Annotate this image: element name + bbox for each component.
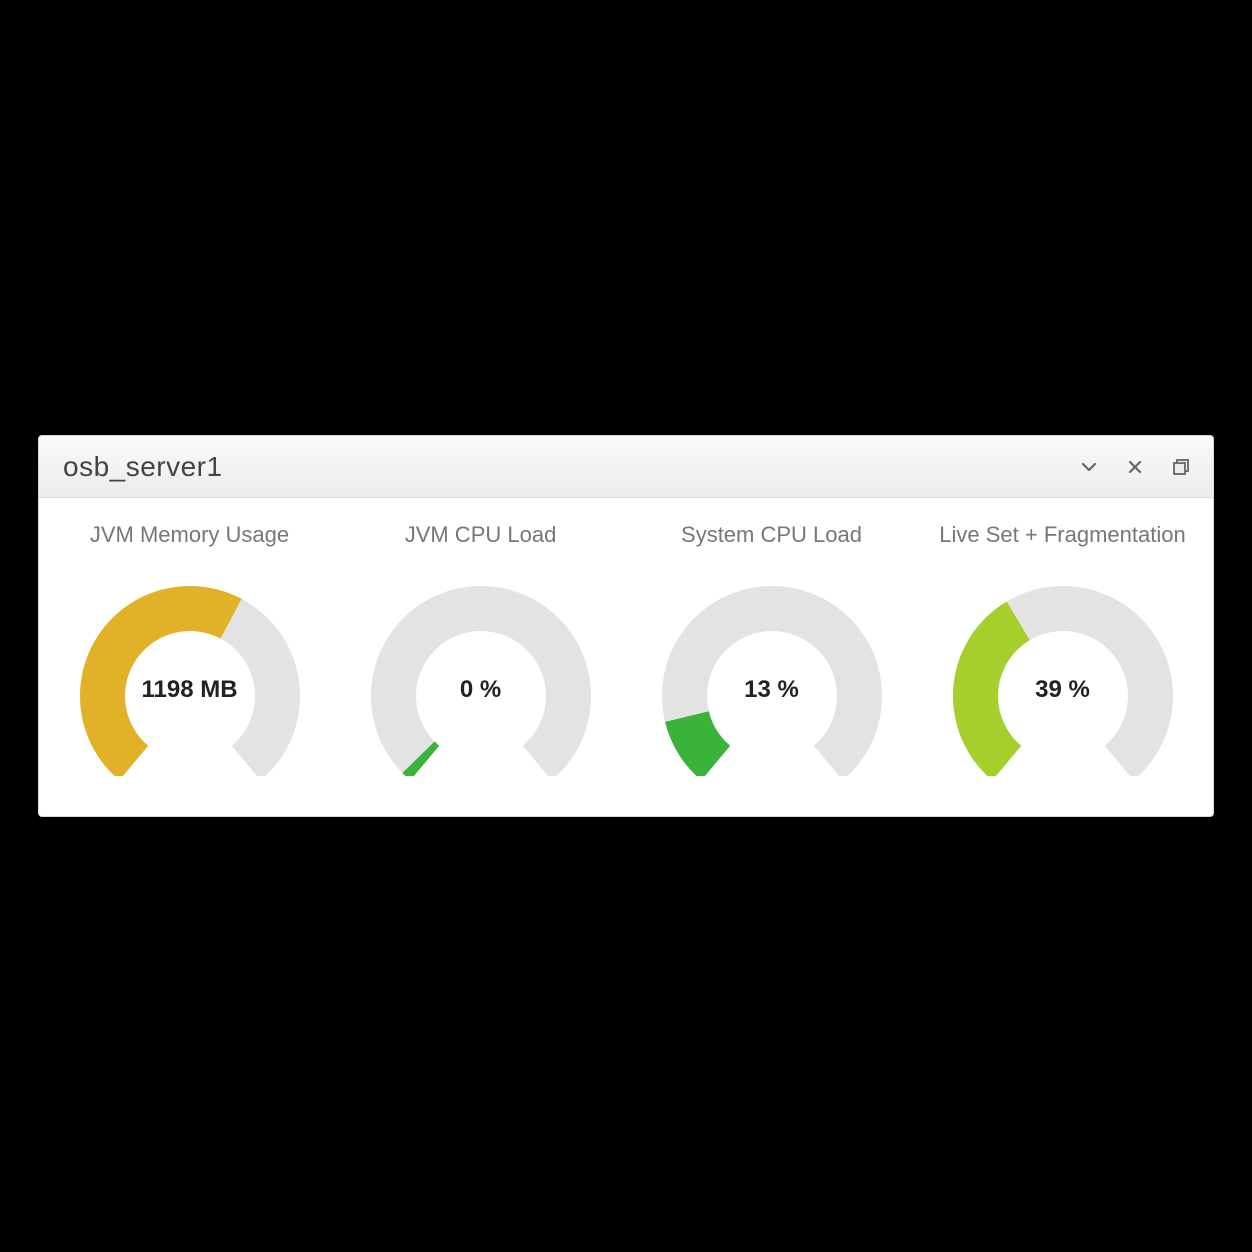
maximize-button[interactable] [1169,455,1193,479]
close-button[interactable] [1123,455,1147,479]
gauge-title: System CPU Load [681,522,862,548]
maximize-icon [1171,457,1191,477]
gauge-value: 0 % [351,676,611,704]
collapse-button[interactable] [1077,455,1101,479]
gauge-value: 1198 MB [60,676,320,704]
panel-header: osb_server1 [39,436,1213,498]
gauge-title: JVM CPU Load [405,522,557,548]
panel-title: osb_server1 [63,451,223,483]
close-icon [1126,458,1144,476]
gauge-graphic: 39 % [933,566,1193,776]
gauge-value: 13 % [642,676,902,704]
gauge-title: Live Set + Fragmentation [939,522,1185,548]
gauge-jvm-memory: JVM Memory Usage 1198 MB [49,522,330,776]
gauge-graphic: 0 % [351,566,611,776]
dashboard-panel: osb_server1 JVM Memory Usage 1198 MB JVM C… [38,435,1214,817]
gauge-live-frag: Live Set + Fragmentation 39 % [922,522,1203,776]
chevron-down-icon [1079,457,1099,477]
gauge-title: JVM Memory Usage [90,522,289,548]
gauge-system-cpu: System CPU Load 13 % [631,522,912,776]
panel-controls [1077,455,1193,479]
gauge-graphic: 13 % [642,566,902,776]
gauge-jvm-cpu: JVM CPU Load 0 % [340,522,621,776]
gauge-value: 39 % [933,676,1193,704]
panel-body: JVM Memory Usage 1198 MB JVM CPU Load 0 % Sy… [39,498,1213,816]
gauge-graphic: 1198 MB [60,566,320,776]
